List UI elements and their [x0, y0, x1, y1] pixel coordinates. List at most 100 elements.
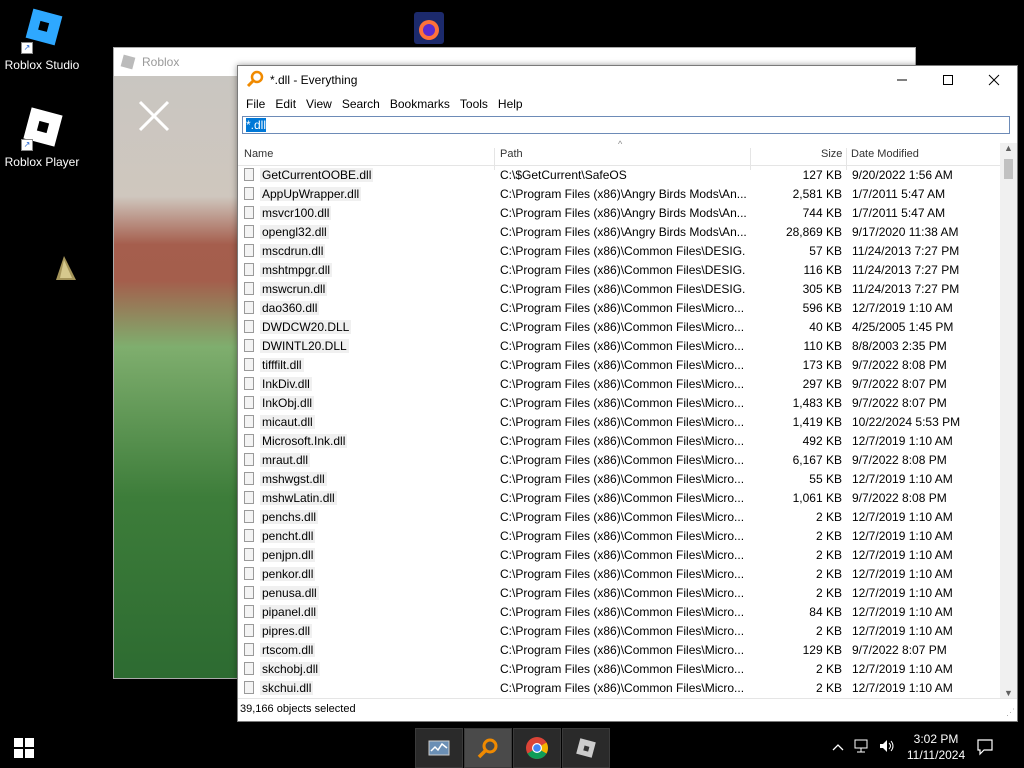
cell-date: 11/24/2013 7:27 PM: [852, 282, 960, 296]
cell-size: 297 KB: [802, 377, 842, 391]
taskbar-app-roblox[interactable]: [562, 728, 610, 768]
table-row[interactable]: InkObj.dll C:\Program Files (x86)\Common …: [238, 393, 1000, 412]
cell-size: 55 KB: [809, 472, 842, 486]
table-row[interactable]: pipanel.dll C:\Program Files (x86)\Common…: [238, 602, 1000, 621]
cell-date: 12/7/2019 1:10 AM: [852, 605, 953, 619]
results-list[interactable]: GetCurrentOOBE.dll C:\$GetCurrent\SafeOS 1…: [238, 165, 1000, 698]
menu-help[interactable]: Help: [493, 97, 528, 111]
resize-grip-icon[interactable]: ⋰: [1006, 707, 1015, 718]
cell-size: 2 KB: [815, 548, 842, 562]
column-header-date[interactable]: Date Modified: [851, 148, 919, 160]
close-icon[interactable]: [136, 98, 172, 137]
cell-path: C:\Program Files (x86)\Common Files\DESI…: [500, 282, 746, 296]
menu-edit[interactable]: Edit: [270, 97, 301, 111]
cell-name: skchui.dll: [260, 681, 314, 695]
table-row[interactable]: pipres.dll C:\Program Files (x86)\Common …: [238, 621, 1000, 640]
menu-search[interactable]: Search: [337, 97, 385, 111]
cell-size: 2 KB: [815, 662, 842, 676]
cell-path: C:\Program Files (x86)\Angry Birds Mods\…: [500, 187, 746, 201]
taskbar-app-everything[interactable]: [464, 728, 512, 768]
desktop-icon-roblox-player[interactable]: ↗ Roblox Player: [0, 105, 84, 169]
table-row[interactable]: mscdrun.dll C:\Program Files (x86)\Common…: [238, 241, 1000, 260]
table-row[interactable]: mraut.dll C:\Program Files (x86)\Common F…: [238, 450, 1000, 469]
table-row[interactable]: penusa.dll C:\Program Files (x86)\Common …: [238, 583, 1000, 602]
vertical-scrollbar[interactable]: ▲ ▼: [1000, 143, 1017, 698]
cell-path: C:\Program Files (x86)\Common Files\Micr…: [500, 434, 745, 448]
cell-size: 6,167 KB: [792, 453, 842, 467]
firefox-icon[interactable]: [412, 10, 446, 49]
dll-file-icon: [244, 415, 254, 428]
cell-size: 1,419 KB: [792, 415, 842, 429]
table-row[interactable]: penchs.dll C:\Program Files (x86)\Common …: [238, 507, 1000, 526]
table-row[interactable]: dao360.dll C:\Program Files (x86)\Common …: [238, 298, 1000, 317]
table-row[interactable]: mshwgst.dll C:\Program Files (x86)\Common…: [238, 469, 1000, 488]
everything-window[interactable]: *.dll - Everything File Edit View Search…: [237, 65, 1018, 722]
maximize-button[interactable]: [925, 66, 971, 94]
table-row[interactable]: mshwLatin.dll C:\Program Files (x86)\Comm…: [238, 488, 1000, 507]
notification-icon[interactable]: [976, 738, 994, 759]
scroll-down-icon[interactable]: ▼: [1000, 688, 1017, 698]
cell-name: AppUpWrapper.dll: [260, 187, 362, 201]
close-button[interactable]: [971, 66, 1017, 94]
table-row[interactable]: InkDiv.dll C:\Program Files (x86)\Common …: [238, 374, 1000, 393]
search-input[interactable]: *.dll: [242, 116, 1010, 134]
table-row[interactable]: penkor.dll C:\Program Files (x86)\Common …: [238, 564, 1000, 583]
table-row[interactable]: DWDCW20.DLL C:\Program Files (x86)\Common…: [238, 317, 1000, 336]
cell-size: 1,061 KB: [792, 491, 842, 505]
scroll-up-icon[interactable]: ▲: [1000, 143, 1017, 153]
cell-date: 10/22/2024 5:53 PM: [852, 415, 961, 429]
column-header-size[interactable]: Size: [821, 148, 842, 160]
desktop-icon-roblox-studio[interactable]: ↗ Roblox Studio: [0, 8, 84, 72]
everything-titlebar[interactable]: *.dll - Everything: [238, 66, 1017, 94]
column-header-path[interactable]: Path: [500, 148, 523, 160]
cell-size: 1,483 KB: [792, 396, 842, 410]
clock[interactable]: 3:02 PM 11/11/2024: [900, 731, 972, 763]
cell-name: msvcr100.dll: [260, 206, 332, 220]
table-row[interactable]: micaut.dll C:\Program Files (x86)\Common …: [238, 412, 1000, 431]
dll-file-icon: [244, 320, 254, 333]
table-row[interactable]: skchui.dll C:\Program Files (x86)\Common …: [238, 678, 1000, 697]
menu-bookmarks[interactable]: Bookmarks: [385, 97, 455, 111]
table-row[interactable]: mswcrun.dll C:\Program Files (x86)\Common…: [238, 279, 1000, 298]
table-row[interactable]: GetCurrentOOBE.dll C:\$GetCurrent\SafeOS 1…: [238, 165, 1000, 184]
menu-view[interactable]: View: [301, 97, 337, 111]
desktop-icon-label: Roblox Player: [4, 155, 80, 169]
table-row[interactable]: DWINTL20.DLL C:\Program Files (x86)\Commo…: [238, 336, 1000, 355]
start-button[interactable]: [14, 738, 34, 761]
table-row[interactable]: rtscom.dll C:\Program Files (x86)\Common …: [238, 640, 1000, 659]
column-header: Name Path ^ Size Date Modified: [238, 139, 1000, 170]
cell-date: 4/25/2005 1:45 PM: [852, 320, 954, 334]
taskbar-app-task-manager[interactable]: [415, 728, 463, 768]
chevron-up-icon[interactable]: [832, 740, 844, 754]
column-header-name[interactable]: Name: [244, 148, 273, 160]
scrollbar-thumb[interactable]: [1004, 159, 1013, 179]
table-row[interactable]: pencht.dll C:\Program Files (x86)\Common …: [238, 526, 1000, 545]
table-row[interactable]: mshtmpgr.dll C:\Program Files (x86)\Commo…: [238, 260, 1000, 279]
menu-bar: File Edit View Search Bookmarks Tools He…: [238, 94, 1017, 114]
network-icon[interactable]: [854, 738, 872, 757]
cell-date: 12/7/2019 1:10 AM: [852, 567, 953, 581]
cell-date: 12/7/2019 1:10 AM: [852, 434, 953, 448]
cell-name: penchs.dll: [260, 510, 319, 524]
cell-date: 1/7/2011 5:47 AM: [852, 187, 946, 201]
system-tray: [832, 726, 896, 768]
table-row[interactable]: tifffilt.dll C:\Program Files (x86)\Commo…: [238, 355, 1000, 374]
roblox-icon: [576, 738, 596, 758]
cell-date: 12/7/2019 1:10 AM: [852, 472, 953, 486]
menu-tools[interactable]: Tools: [455, 97, 493, 111]
cell-name: skchobj.dll: [260, 662, 321, 676]
table-row[interactable]: opengl32.dll C:\Program Files (x86)\Angry…: [238, 222, 1000, 241]
table-row[interactable]: AppUpWrapper.dll C:\Program Files (x86)\A…: [238, 184, 1000, 203]
table-row[interactable]: Microsoft.Ink.dll C:\Program Files (x86)\…: [238, 431, 1000, 450]
table-row[interactable]: penjpn.dll C:\Program Files (x86)\Common …: [238, 545, 1000, 564]
cell-path: C:\$GetCurrent\SafeOS: [500, 168, 627, 182]
taskbar-app-chrome[interactable]: [513, 728, 561, 768]
cell-date: 12/7/2019 1:10 AM: [852, 548, 953, 562]
table-row[interactable]: skchobj.dll C:\Program Files (x86)\Common…: [238, 659, 1000, 678]
minimize-button[interactable]: [879, 66, 925, 94]
cell-size: 305 KB: [802, 282, 842, 296]
menu-file[interactable]: File: [241, 97, 270, 111]
table-row[interactable]: msvcr100.dll C:\Program Files (x86)\Angry…: [238, 203, 1000, 222]
cell-name: pencht.dll: [260, 529, 316, 543]
volume-icon[interactable]: [878, 738, 896, 757]
